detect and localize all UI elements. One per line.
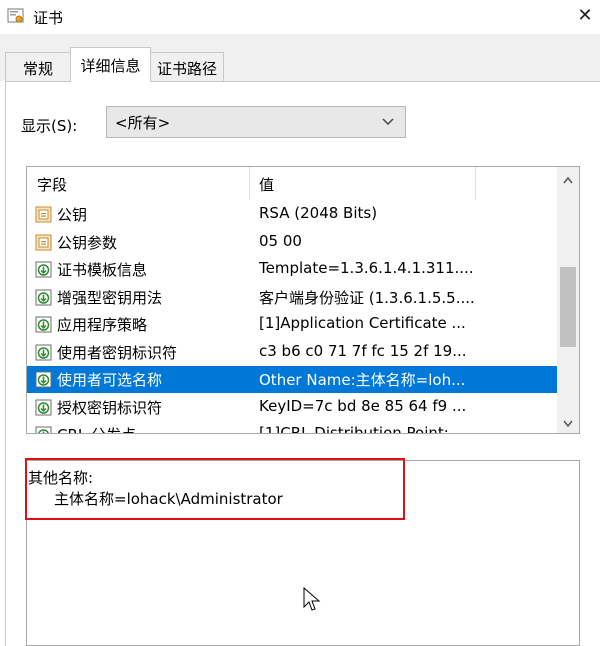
field-value: 05 00 bbox=[259, 231, 302, 250]
show-dropdown-value: <所有> bbox=[115, 114, 171, 132]
cert-field-icon bbox=[35, 206, 52, 223]
list-row[interactable]: 公钥 RSA (2048 Bits) bbox=[27, 201, 557, 228]
list-row[interactable]: 增强型密钥用法 客户端身份验证 (1.3.6.1.5.5.... bbox=[27, 284, 557, 311]
red-highlight-box bbox=[25, 458, 405, 520]
field-name: 使用者可选名称 bbox=[57, 371, 163, 389]
field-name: 授权密钥标识符 bbox=[57, 398, 163, 417]
list-row[interactable]: 证书模板信息 Template=1.3.6.1.4.1.311.... bbox=[27, 256, 557, 283]
column-header-value[interactable]: 值 bbox=[259, 174, 274, 195]
tab-certification-path[interactable]: 证书路径 bbox=[150, 52, 224, 81]
field-value: 客户端身份验证 (1.3.6.1.5.5.... bbox=[259, 288, 475, 307]
field-value: [1]Application Certificate ... bbox=[259, 314, 466, 332]
field-name: 公钥参数 bbox=[57, 233, 118, 252]
field-name: 公钥 bbox=[57, 206, 88, 224]
cert-extension-icon bbox=[35, 371, 52, 388]
field-name: 使用者密钥标识符 bbox=[57, 343, 178, 362]
mouse-cursor-icon bbox=[303, 587, 321, 611]
column-divider[interactable] bbox=[475, 167, 476, 200]
cert-extension-icon bbox=[35, 399, 52, 415]
field-name: 证书模板信息 bbox=[57, 261, 148, 279]
field-value: Other Name:主体名称=loh... bbox=[259, 371, 466, 389]
list-row[interactable]: 使用者密钥标识符 c3 b6 c0 71 7f fc 15 2f 19... bbox=[27, 339, 557, 366]
chevron-down-icon bbox=[381, 111, 395, 135]
scroll-down-icon[interactable] bbox=[557, 413, 579, 433]
list-header: 字段 值 bbox=[27, 167, 557, 200]
cert-extension-icon bbox=[35, 316, 52, 333]
list-row[interactable]: 应用程序策略 [1]Application Certificate ... bbox=[27, 311, 557, 338]
cert-extension-icon bbox=[35, 261, 52, 278]
scrollbar-thumb[interactable] bbox=[560, 267, 576, 347]
cert-extension-icon bbox=[35, 426, 52, 433]
list-row[interactable]: 使用者可选名称 Other Name:主体名称=loh... bbox=[27, 366, 557, 393]
field-list[interactable]: 字段 值 公钥 RSA (2048 Bits) 公钥参数 05 00 证书模板信息 Tem… bbox=[26, 166, 580, 434]
show-dropdown[interactable]: <所有> bbox=[106, 106, 406, 138]
list-row[interactable]: 授权密钥标识符 KeyID=7c bd 8e 85 64 f9 ... bbox=[27, 394, 557, 421]
field-name: 应用程序策略 bbox=[57, 316, 148, 334]
cert-extension-icon bbox=[35, 344, 52, 360]
field-value: RSA (2048 Bits) bbox=[259, 204, 378, 222]
field-value: [1]CRL Distribution Point:... bbox=[259, 424, 464, 434]
field-value: Template=1.3.6.1.4.1.311.... bbox=[259, 259, 474, 277]
tab-details[interactable]: 详细信息 bbox=[70, 47, 151, 82]
field-value: KeyID=7c bd 8e 85 64 f9 ... bbox=[259, 396, 467, 415]
title-bar: 证书 ✕ bbox=[0, 0, 600, 34]
list-row[interactable]: 公钥参数 05 00 bbox=[27, 229, 557, 256]
show-label: 显示(S): bbox=[21, 117, 78, 135]
close-button[interactable]: ✕ bbox=[570, 2, 600, 30]
scroll-up-icon[interactable] bbox=[557, 171, 579, 191]
cert-field-icon bbox=[35, 234, 52, 250]
list-row[interactable]: CRL 分发点 [1]CRL Distribution Point:... bbox=[27, 421, 557, 434]
column-header-field[interactable]: 字段 bbox=[37, 174, 67, 195]
window-title: 证书 bbox=[33, 9, 64, 27]
list-scrollbar[interactable] bbox=[557, 167, 579, 433]
field-value: c3 b6 c0 71 7f fc 15 2f 19... bbox=[259, 341, 467, 360]
column-divider[interactable] bbox=[249, 167, 250, 200]
tab-general[interactable]: 常规 bbox=[5, 52, 71, 81]
field-name: 增强型密钥用法 bbox=[57, 288, 163, 307]
field-name: CRL 分发点 bbox=[57, 424, 136, 433]
certificate-icon bbox=[7, 8, 24, 23]
cert-extension-icon bbox=[35, 289, 52, 305]
